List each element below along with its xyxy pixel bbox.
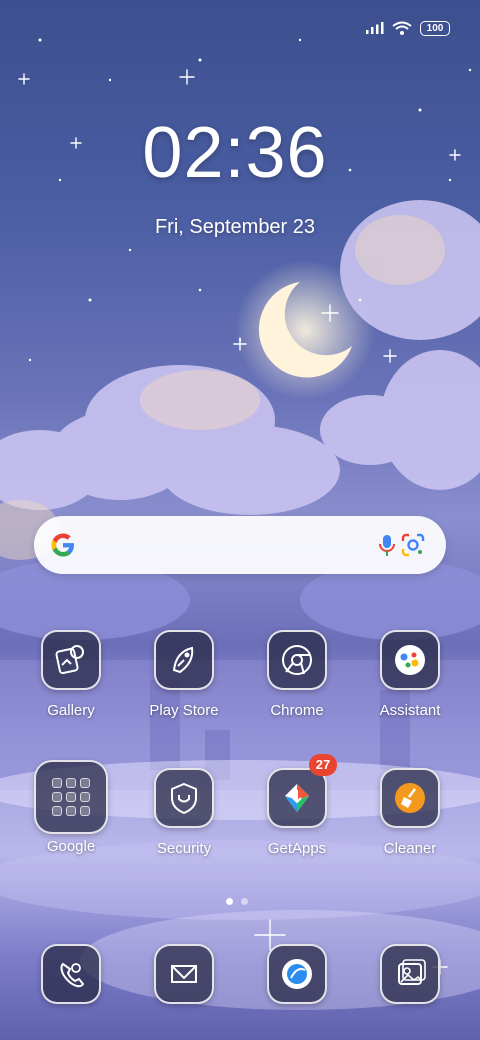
dock-messages[interactable] [129, 944, 239, 1004]
app-play-store[interactable]: Play Store [129, 630, 239, 719]
status-bar: 100 [366, 18, 450, 38]
clock-date[interactable]: Fri, September 23 [0, 216, 470, 239]
battery-icon: 100 [420, 20, 450, 36]
app-label: GetApps [267, 840, 327, 857]
app-chrome[interactable]: Chrome [242, 630, 352, 719]
app-getapps[interactable]: 27 GetApps [242, 754, 352, 857]
microphone-icon[interactable] [374, 532, 400, 558]
app-label: Google [46, 838, 96, 855]
app-label: Cleaner [383, 840, 437, 857]
clock-time[interactable]: 02:36 [0, 112, 470, 194]
app-label: Assistant [379, 702, 441, 719]
google-folder-icon [34, 760, 108, 834]
app-gallery[interactable]: Gallery [16, 630, 126, 719]
phone-icon [41, 944, 101, 1004]
page-dot[interactable] [241, 898, 248, 905]
folder-google[interactable]: Google [16, 760, 126, 855]
browser-icon [267, 944, 327, 1004]
play-store-icon [154, 630, 214, 690]
google-lens-icon[interactable] [400, 532, 426, 558]
gallery-photo-icon [380, 944, 440, 1004]
page-indicator [226, 898, 248, 905]
app-cleaner[interactable]: Cleaner [355, 768, 465, 857]
chrome-icon [267, 630, 327, 690]
app-label: Security [156, 840, 212, 857]
home-screen: { "status_bar": { "battery": "100", "ico… [0, 0, 480, 1040]
google-logo-icon [51, 533, 74, 557]
broom-icon [380, 768, 440, 828]
signal-icon [366, 22, 384, 34]
wifi-icon [392, 21, 412, 35]
messages-icon [154, 944, 214, 1004]
notification-badge: 27 [309, 754, 337, 776]
page-dot-active[interactable] [226, 898, 233, 905]
app-security[interactable]: Security [129, 768, 239, 857]
shield-icon [154, 768, 214, 828]
assistant-icon [380, 630, 440, 690]
gallery-icon [41, 630, 101, 690]
battery-level: 100 [426, 22, 444, 34]
getapps-icon: 27 [267, 754, 337, 828]
app-label: Play Store [149, 702, 219, 719]
dock-gallery[interactable] [355, 944, 465, 1004]
app-assistant[interactable]: Assistant [355, 630, 465, 719]
dock-phone[interactable] [16, 944, 126, 1004]
app-label: Chrome [270, 702, 324, 719]
google-search-bar[interactable] [34, 516, 446, 574]
app-label: Gallery [47, 702, 95, 719]
dock-browser[interactable] [242, 944, 352, 1004]
